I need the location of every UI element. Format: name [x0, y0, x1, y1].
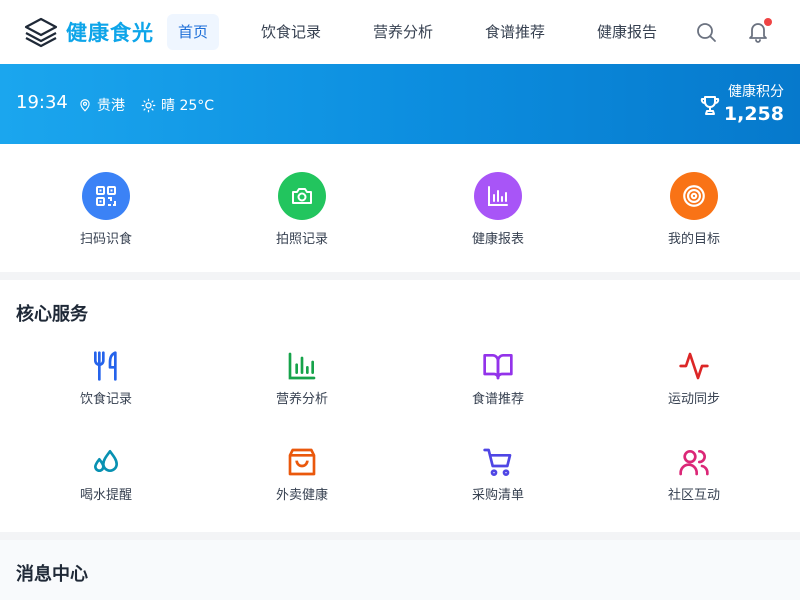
utensils-icon [94, 351, 117, 381]
droplets-icon [94, 450, 118, 472]
quick-action-label: 我的目标 [667, 232, 720, 247]
service-takeout-health[interactable]: 外卖健康 [242, 446, 362, 503]
quick-action-my-goal[interactable]: 我的目标 [634, 172, 754, 247]
message-center-section: 消息中心 [0, 540, 800, 600]
top-nav: 健康食光 首页 饮食记录 营养分析 食谱推荐 健康报告 [0, 0, 800, 64]
notification-dot [764, 18, 772, 26]
bar-chart-icon [288, 352, 316, 380]
trophy-icon [700, 96, 720, 115]
service-exercise-sync[interactable]: 运动同步 [634, 350, 754, 407]
bar-chart-icon [488, 186, 508, 206]
service-label: 运动同步 [667, 392, 720, 407]
nav-recipe-recommend[interactable]: 食谱推荐 [480, 14, 550, 50]
quick-action-photo-record[interactable]: 拍照记录 [242, 172, 362, 247]
shopping-bag-icon [288, 448, 316, 476]
service-label: 营养分析 [275, 392, 328, 407]
location-text: 贵港 [97, 98, 125, 114]
search-icon[interactable] [694, 20, 718, 44]
book-icon [483, 354, 513, 380]
users-icon [679, 450, 709, 476]
quick-action-label: 健康报表 [471, 232, 524, 247]
sun-icon [141, 98, 156, 112]
activity-icon [679, 352, 709, 380]
service-label: 饮食记录 [79, 392, 132, 407]
points-label: 健康积分 [728, 84, 784, 100]
service-label: 食谱推荐 [471, 392, 524, 407]
nav-health-report[interactable]: 健康报告 [592, 14, 662, 50]
service-label: 外卖健康 [275, 488, 328, 503]
weather: 晴 25°C [141, 95, 214, 115]
section-title: 核心服务 [16, 304, 88, 325]
service-diet-record[interactable]: 饮食记录 [46, 350, 166, 407]
app-logo[interactable]: 健康食光 [24, 16, 154, 48]
status-banner: 19:34 贵港 晴 25°C 健康积分 1,258 [0, 64, 800, 144]
section-title: 消息中心 [16, 564, 88, 585]
app-name: 健康食光 [66, 21, 154, 45]
core-services-section: 核心服务 饮食记录 营养分析 食谱推荐 运动同步 喝水提醒 外卖健康 采购清单 … [0, 280, 800, 532]
service-recipe-recommend[interactable]: 食谱推荐 [438, 350, 558, 407]
qr-scan-icon [96, 186, 116, 206]
map-pin-icon [80, 99, 90, 112]
nav-nutrition-analysis[interactable]: 营养分析 [368, 14, 438, 50]
service-label: 喝水提醒 [79, 488, 132, 503]
current-time: 19:34 [16, 92, 68, 113]
location[interactable]: 贵港 [78, 95, 125, 115]
service-nutrition-analysis[interactable]: 营养分析 [242, 350, 362, 407]
service-shopping-list[interactable]: 采购清单 [438, 446, 558, 503]
nav-diet-record[interactable]: 饮食记录 [256, 14, 326, 50]
camera-icon [292, 188, 312, 204]
quick-action-scan-food[interactable]: 扫码识食 [46, 172, 166, 247]
quick-action-health-report[interactable]: 健康报表 [438, 172, 558, 247]
weather-text: 晴 25°C [161, 98, 215, 114]
target-icon [683, 185, 705, 207]
points-value: 1,258 [723, 103, 784, 125]
service-community[interactable]: 社区互动 [634, 446, 754, 503]
layers-icon [24, 17, 58, 48]
service-label: 采购清单 [471, 488, 524, 503]
nav-home[interactable]: 首页 [167, 14, 219, 50]
cart-icon [483, 448, 512, 476]
quick-action-label: 拍照记录 [275, 232, 328, 247]
service-water-reminder[interactable]: 喝水提醒 [46, 446, 166, 503]
service-label: 社区互动 [667, 488, 720, 503]
quick-actions: 扫码识食 拍照记录 健康报表 我的目标 [0, 144, 800, 272]
quick-action-label: 扫码识食 [79, 232, 132, 247]
